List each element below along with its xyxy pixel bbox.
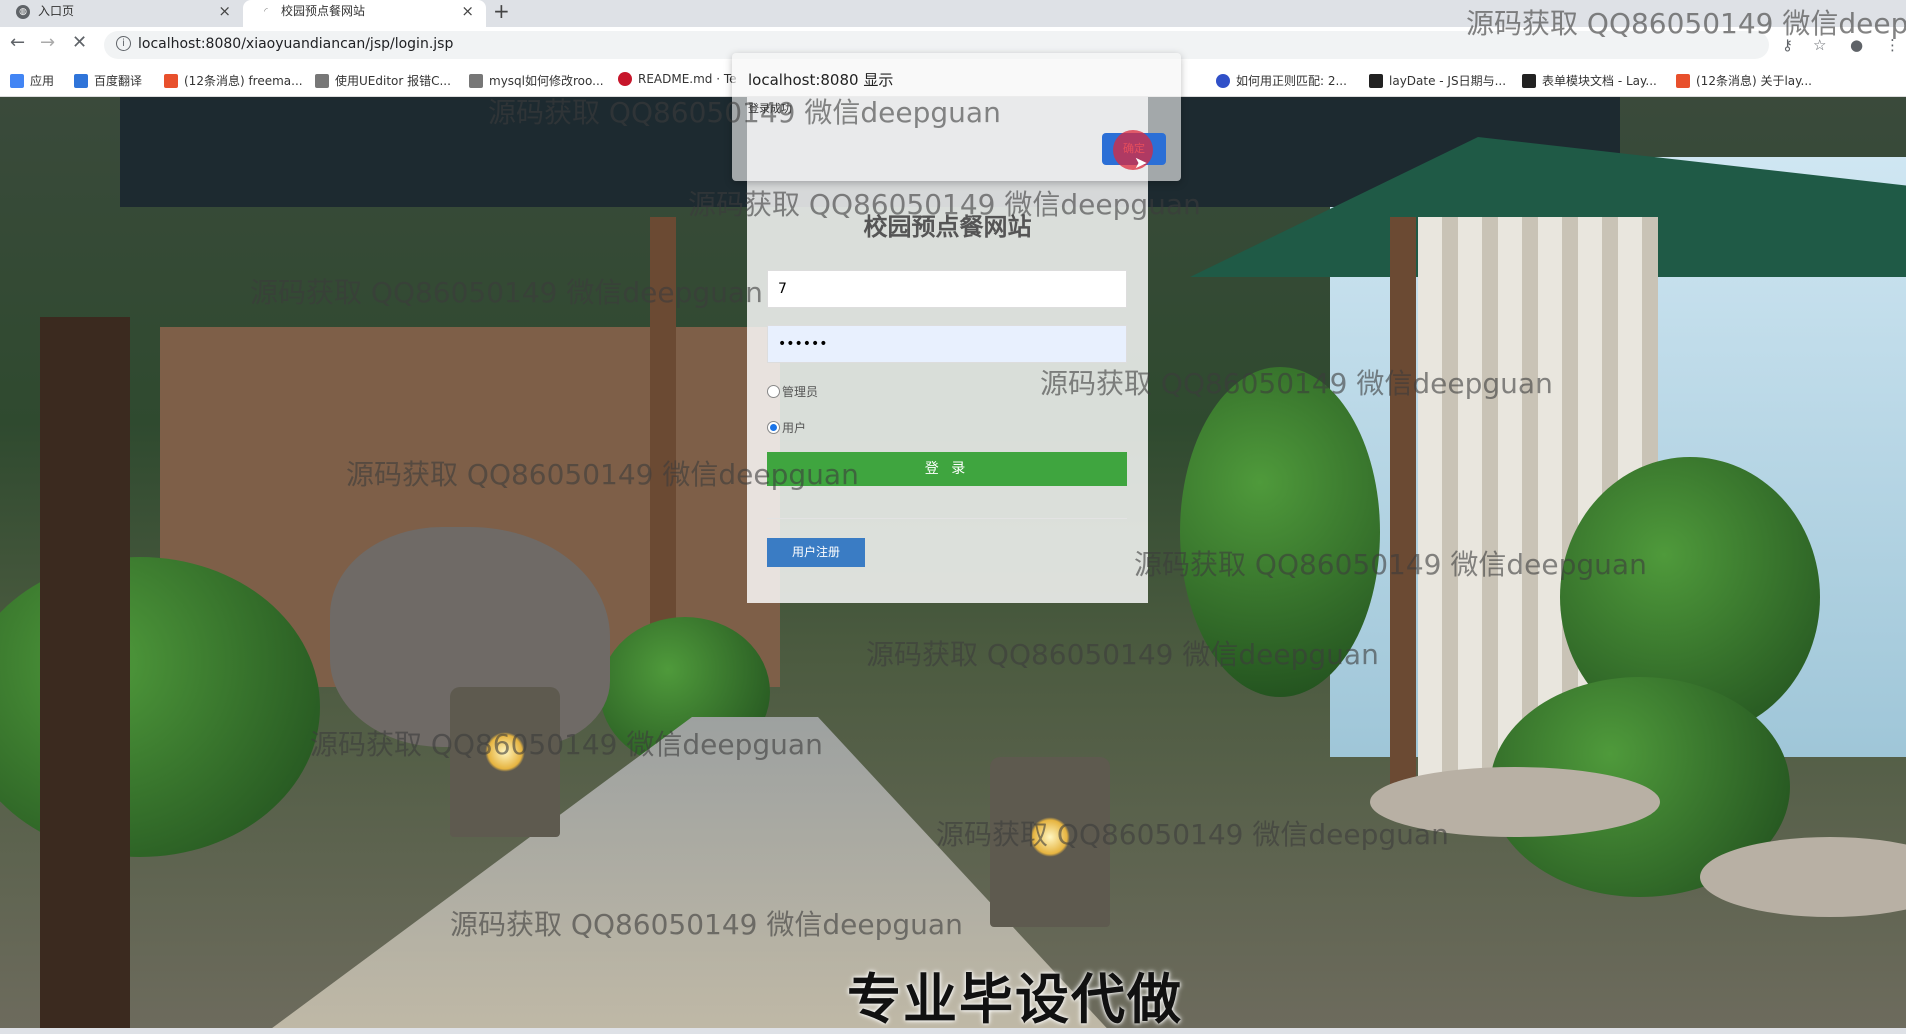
alert-dialog: localhost:8080 显示 登录成功 确定 ➤ xyxy=(732,53,1181,181)
bookmark-item[interactable]: 使用UEditor 报错C... xyxy=(315,72,451,89)
csdn-icon xyxy=(1676,74,1690,88)
info-icon[interactable]: i xyxy=(116,36,131,51)
bookmark-item[interactable]: (12条消息) freema... xyxy=(164,72,303,89)
login-button[interactable]: 登 录 xyxy=(767,452,1127,486)
url-text[interactable]: localhost:8080/xiaoyuandiancan/jsp/login… xyxy=(138,36,453,52)
key-icon[interactable]: ⚷ xyxy=(1782,36,1793,54)
site-title: 校园预点餐网站 xyxy=(863,213,1032,241)
bookmark-item[interactable]: 百度翻译 xyxy=(74,72,142,89)
baidu-paw-icon xyxy=(1216,74,1230,88)
csdn-icon xyxy=(164,74,178,88)
close-icon[interactable]: × xyxy=(218,0,231,23)
tab-title: 入口页 xyxy=(38,4,75,18)
radio-unchecked-icon[interactable] xyxy=(767,385,780,398)
bookmark-item[interactable]: mysql如何修改roo... xyxy=(469,72,604,89)
tab-title: 校园预点餐网站 xyxy=(281,4,366,18)
role-user-radio[interactable]: 用户 xyxy=(767,419,806,436)
layui-icon xyxy=(1369,74,1383,88)
forward-icon[interactable]: → xyxy=(40,32,55,53)
bookmark-apps[interactable]: 应用 xyxy=(10,72,54,89)
menu-icon[interactable]: ⋮ xyxy=(1885,36,1900,54)
video-caption: 专业毕设代做 xyxy=(847,968,1183,1031)
layui-icon xyxy=(1522,74,1536,88)
bookmark-item[interactable]: layDate - JS日期与... xyxy=(1369,72,1506,89)
username-input[interactable] xyxy=(767,270,1127,308)
bookmark-item[interactable]: 如何用正则匹配: 2... xyxy=(1216,72,1347,89)
bookmark-item[interactable]: (12条消息) 关于lay... xyxy=(1676,72,1812,89)
radio-checked-icon[interactable] xyxy=(767,421,780,434)
baidu-translate-icon xyxy=(74,74,88,88)
divider xyxy=(767,518,1127,519)
profile-icon[interactable]: ● xyxy=(1850,36,1863,54)
loading-icon: ◜ xyxy=(264,7,268,17)
mouse-cursor-icon: ➤ xyxy=(1134,153,1148,172)
tab-entry-page[interactable]: ◍ 入口页 × xyxy=(0,0,243,27)
globe-icon: ◍ xyxy=(16,5,30,19)
new-tab-icon[interactable]: + xyxy=(493,0,510,23)
site-icon xyxy=(469,74,483,88)
tab-strip: ◍ 入口页 × ◜ 校园预点餐网站 × + xyxy=(0,0,1906,27)
close-icon[interactable]: × xyxy=(461,0,474,23)
star-icon[interactable]: ☆ xyxy=(1813,36,1826,54)
site-icon xyxy=(315,74,329,88)
role-admin-radio[interactable]: 管理员 xyxy=(767,383,818,400)
gitee-icon xyxy=(618,72,632,86)
dialog-message: 登录成功 xyxy=(748,102,792,115)
apps-grid-icon xyxy=(10,74,24,88)
password-input[interactable] xyxy=(767,325,1127,363)
register-button[interactable]: 用户注册 xyxy=(767,538,865,567)
role-admin-label: 管理员 xyxy=(782,385,819,399)
bookmark-item[interactable]: 表单模块文档 - Lay... xyxy=(1522,72,1657,89)
tab-campus-order-site[interactable]: ◜ 校园预点餐网站 × xyxy=(243,0,486,27)
role-user-label: 用户 xyxy=(782,421,807,435)
stop-loading-icon[interactable]: ✕ xyxy=(72,32,87,53)
back-icon[interactable]: ← xyxy=(10,32,25,53)
bookmark-item[interactable]: README.md · Te xyxy=(618,72,737,86)
dialog-title: localhost:8080 显示 xyxy=(748,71,894,89)
